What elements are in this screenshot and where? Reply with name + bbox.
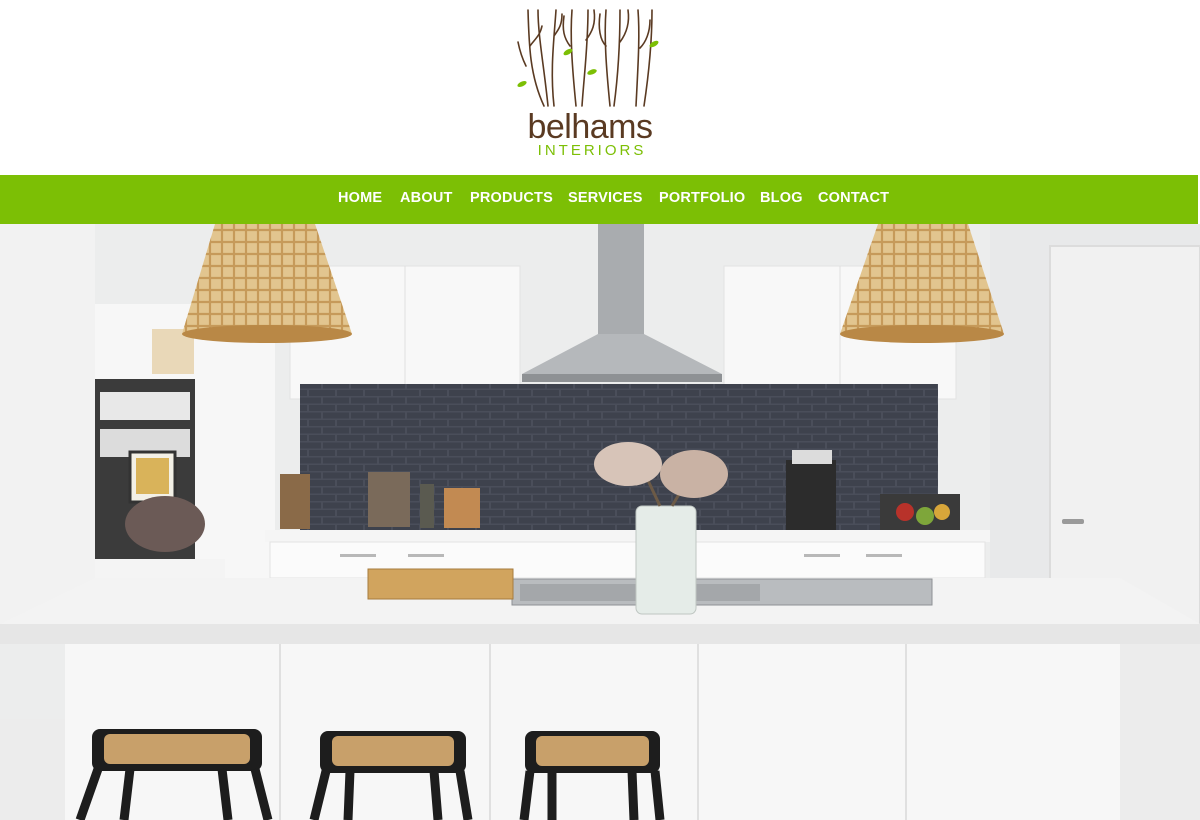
hero-kitchen-image bbox=[0, 224, 1200, 820]
site-header: belhams INTERIORS bbox=[0, 0, 1200, 175]
main-navigation: HOME ABOUT PRODUCTS SERVICES PORTFOLIO B… bbox=[0, 175, 1198, 224]
nav-blog[interactable]: BLOG bbox=[760, 175, 803, 224]
nav-home[interactable]: HOME bbox=[338, 175, 382, 224]
nav-services[interactable]: SERVICES bbox=[568, 175, 643, 224]
nav-portfolio[interactable]: PORTFOLIO bbox=[659, 175, 745, 224]
tree-logo-icon: belhams INTERIORS bbox=[517, 9, 659, 159]
brand-wordmark: belhams bbox=[527, 108, 652, 146]
nav-about[interactable]: ABOUT bbox=[400, 175, 453, 224]
nav-products[interactable]: PRODUCTS bbox=[470, 175, 553, 224]
nav-contact[interactable]: CONTACT bbox=[818, 175, 889, 224]
brand-subtitle: INTERIORS bbox=[538, 142, 647, 159]
brand-logo[interactable]: belhams INTERIORS bbox=[510, 6, 670, 166]
